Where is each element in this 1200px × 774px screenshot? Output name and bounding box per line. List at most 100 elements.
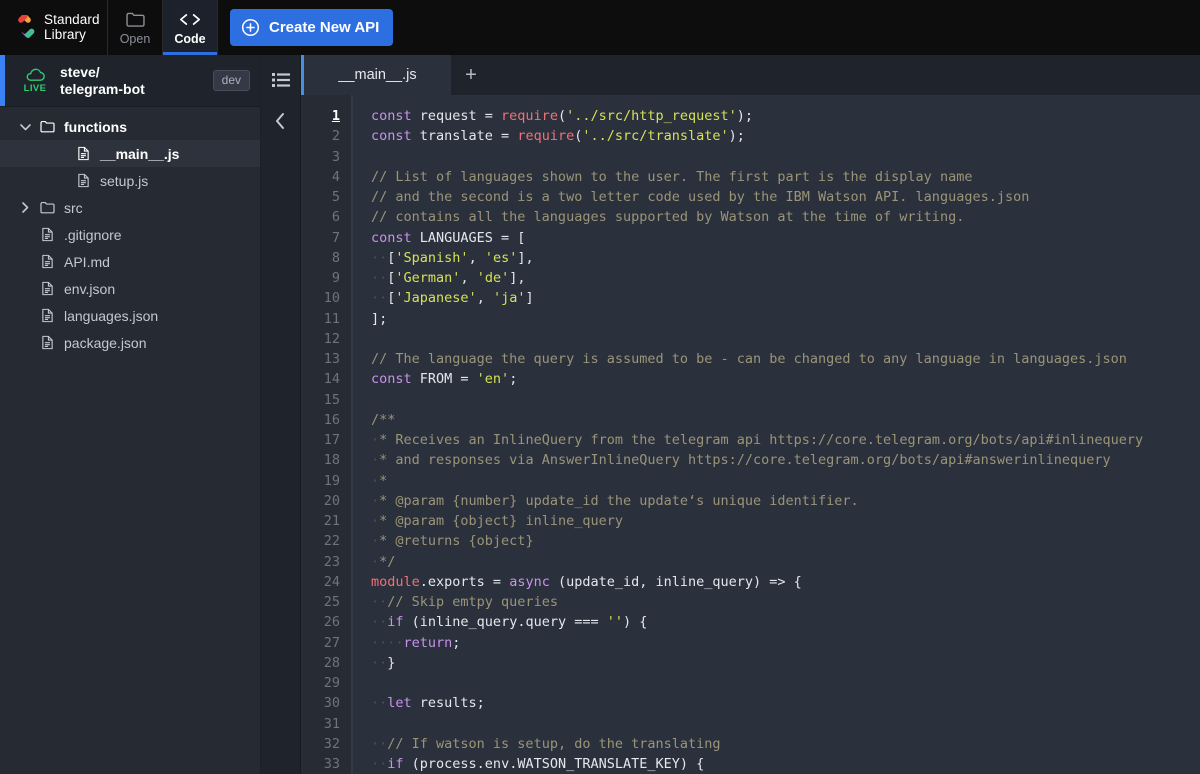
code-line[interactable] [371, 147, 1200, 167]
token-pl: , [469, 250, 485, 266]
nav-tab-open[interactable]: Open [108, 0, 163, 55]
env-badge[interactable]: dev [213, 70, 250, 91]
token-key: const [371, 108, 412, 124]
code-line[interactable]: ]; [371, 309, 1200, 329]
code-line[interactable]: ·*/ [371, 552, 1200, 572]
token-com: // The language the query is assumed to … [371, 351, 1127, 367]
code-line[interactable]: const request = require('../src/http_req… [371, 106, 1200, 126]
token-pl: .exports = [420, 574, 509, 590]
tree-item-label: src [58, 200, 83, 216]
create-new-api-button[interactable]: Create New API [230, 9, 393, 46]
token-pl: FROM = [412, 371, 477, 387]
line-number: 11 [301, 309, 340, 329]
token-ws: ·· [371, 756, 387, 772]
token-com: */ [379, 554, 395, 570]
code-line[interactable]: /** [371, 410, 1200, 430]
token-pl: ; [509, 371, 517, 387]
tree-item-package-json[interactable]: package.json [0, 329, 260, 356]
code-line[interactable]: // contains all the languages supported … [371, 207, 1200, 227]
tree-item-env-json[interactable]: env.json [0, 275, 260, 302]
tree-item-label: __main__.js [94, 146, 179, 162]
code-line[interactable]: // The language the query is assumed to … [371, 349, 1200, 369]
token-key: const [371, 230, 412, 246]
token-pl: } [387, 655, 395, 671]
token-pl: ], [509, 270, 525, 286]
token-ws: · [371, 432, 379, 448]
code-line[interactable]: ··['Spanish', 'es'], [371, 248, 1200, 268]
code-line[interactable]: module.exports = async (update_id, inlin… [371, 572, 1200, 592]
code-line[interactable]: // List of languages shown to the user. … [371, 167, 1200, 187]
nav-tab-code[interactable]: Code [163, 0, 218, 55]
code-area[interactable]: 1234567891011121314151617181920212223242… [301, 95, 1200, 774]
file-icon [36, 335, 58, 350]
code-line[interactable] [371, 714, 1200, 734]
code-line[interactable]: // and the second is a two letter code u… [371, 187, 1200, 207]
code-line[interactable]: ····return; [371, 633, 1200, 653]
token-ws: ···· [371, 635, 404, 651]
tree-item-api-md[interactable]: API.md [0, 248, 260, 275]
token-ws: ·· [371, 695, 387, 711]
line-number: 28 [301, 653, 340, 673]
code-line[interactable]: const translate = require('../src/transl… [371, 126, 1200, 146]
code-line[interactable] [371, 673, 1200, 693]
token-ws: · [371, 452, 379, 468]
code-line[interactable]: ··['German', 'de'], [371, 268, 1200, 288]
code-content[interactable]: const request = require('../src/http_req… [353, 95, 1200, 774]
code-line[interactable]: ·* [371, 471, 1200, 491]
line-number: 27 [301, 633, 340, 653]
code-line[interactable]: ·* @param {object} inline_query [371, 511, 1200, 531]
file-icon [36, 254, 58, 269]
line-number: 5 [301, 187, 340, 207]
editor-tab-main-js[interactable]: __main__.js [301, 55, 451, 95]
code-line[interactable]: const FROM = 'en'; [371, 369, 1200, 389]
standard-library-logo [12, 15, 37, 40]
token-com: * [379, 473, 387, 489]
token-key: const [371, 371, 412, 387]
cloud-icon [25, 68, 46, 82]
line-number: 15 [301, 390, 340, 410]
tree-item-src[interactable]: src [0, 194, 260, 221]
tree-item-main-js[interactable]: __main__.js [0, 140, 260, 167]
create-new-api-label: Create New API [269, 19, 379, 36]
code-line[interactable]: ··// Skip emtpy queries [371, 592, 1200, 612]
file-icon [36, 227, 58, 242]
project-header[interactable]: LIVE steve/telegram-bot dev [0, 55, 260, 107]
token-ws: · [371, 493, 379, 509]
token-pl: ); [737, 108, 753, 124]
code-line[interactable]: ··if (inline_query.query === '') { [371, 612, 1200, 632]
code-line[interactable]: ·* Receives an InlineQuery from the tele… [371, 430, 1200, 450]
token-str: 'Japanese' [395, 290, 476, 306]
code-line[interactable]: ··} [371, 653, 1200, 673]
brand-line-2: Library [44, 27, 86, 42]
chevron-left-icon[interactable] [268, 108, 294, 134]
code-line[interactable]: ··if (process.env.WATSON_TRANSLATE_KEY) … [371, 754, 1200, 774]
line-number: 10 [301, 288, 340, 308]
file-tree: functions __main__.js setup.js src .gitignor… [0, 107, 260, 774]
editor-pane: __main__.js + 12345678910111213141516171… [301, 55, 1200, 774]
list-view-icon[interactable] [268, 67, 294, 93]
token-ws: ·· [371, 290, 387, 306]
token-ws: · [371, 554, 379, 570]
line-number: 24 [301, 572, 340, 592]
tree-item-setup-js[interactable]: setup.js [0, 167, 260, 194]
line-number: 8 [301, 248, 340, 268]
tree-item-functions[interactable]: functions [0, 113, 260, 140]
code-line[interactable]: ·* @returns {object} [371, 531, 1200, 551]
new-tab-button[interactable]: + [451, 55, 491, 95]
chevron-down-icon[interactable] [14, 123, 36, 131]
tree-item-gitignore[interactable]: .gitignore [0, 221, 260, 248]
code-line[interactable] [371, 329, 1200, 349]
code-line[interactable]: ·* @param {number} update_id the update‘… [371, 491, 1200, 511]
code-line[interactable]: const LANGUAGES = [ [371, 228, 1200, 248]
code-line[interactable]: ·* and responses via AnswerInlineQuery h… [371, 450, 1200, 470]
code-line[interactable]: ··['Japanese', 'ja'] [371, 288, 1200, 308]
chevron-right-icon[interactable] [14, 202, 36, 213]
line-number: 25 [301, 592, 340, 612]
brand[interactable]: StandardLibrary [0, 0, 108, 55]
token-ws: ·· [371, 614, 387, 630]
code-line[interactable]: ··let results; [371, 693, 1200, 713]
tree-item-languages-json[interactable]: languages.json [0, 302, 260, 329]
code-line[interactable] [371, 390, 1200, 410]
code-line[interactable]: ··// If watson is setup, do the translat… [371, 734, 1200, 754]
folder-icon [126, 9, 145, 29]
